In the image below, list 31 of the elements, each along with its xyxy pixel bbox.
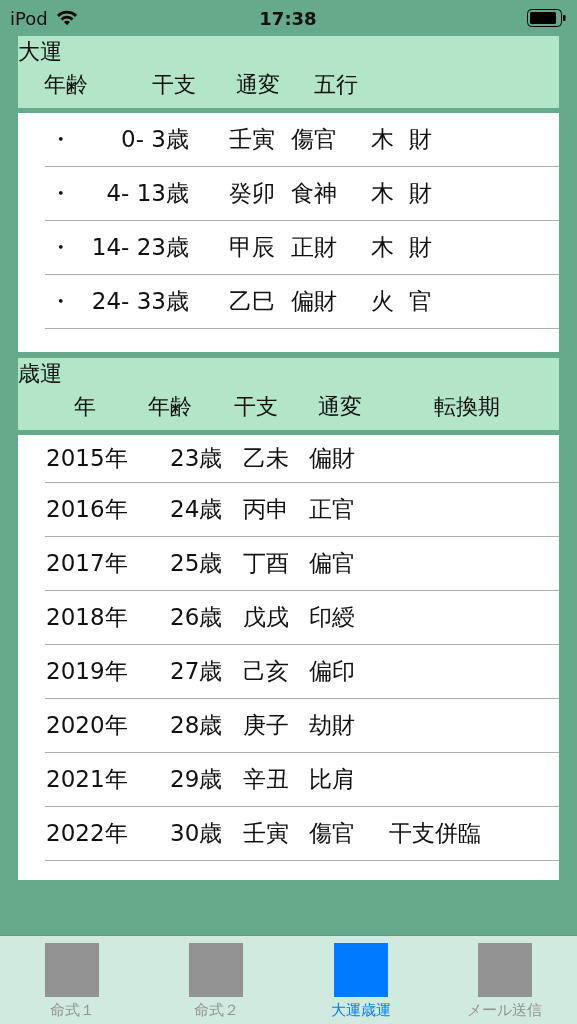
list-row[interactable]: 2017年 25歳 丁酉 偏官: [45, 537, 559, 591]
wifi-icon: [55, 10, 78, 26]
list-row[interactable]: 2021年 29歳 辛丑 比肩: [45, 753, 559, 807]
square-icon: [189, 943, 244, 997]
list-row[interactable]: ・ 4- 13歳 癸卯 食神 木 財: [45, 167, 559, 221]
list-row[interactable]: 2020年 28歳 庚子 劫財: [45, 699, 559, 753]
column-heading: 年: [74, 393, 97, 421]
column-heading: 通変: [318, 393, 363, 421]
list-row[interactable]: 2019年 27歳 己亥 偏印: [45, 645, 559, 699]
column-heading: 干支: [152, 71, 197, 99]
column-heading: 年齢: [148, 393, 193, 421]
square-icon: [333, 943, 388, 997]
square-icon: [45, 943, 100, 997]
column-heading: 干支: [234, 393, 279, 421]
list-row[interactable]: ・ 0- 3歳 壬寅 傷官 木 財: [45, 113, 559, 167]
column-heading: 年齢: [44, 71, 89, 99]
section-title: 歳運: [18, 360, 62, 388]
battery-icon: [527, 9, 567, 27]
list-row[interactable]: 2022年 30歳 壬寅 傷官 干支併臨: [45, 807, 559, 861]
list-row[interactable]: 2016年 24歳 丙申 正官: [45, 483, 559, 537]
square-icon: [477, 943, 532, 997]
list-row[interactable]: 2018年 26歳 戊戌 印綬: [45, 591, 559, 645]
status-time: 17:38: [258, 7, 318, 29]
column-heading: 五行: [314, 71, 358, 99]
section-title: 大運: [18, 38, 62, 66]
column-heading: 転換期: [434, 393, 500, 421]
list-row[interactable]: 2015年 23歳 乙未 偏財: [45, 435, 559, 483]
carrier-name: iPod: [10, 7, 48, 29]
list-row[interactable]: ・ 24- 33歳 乙巳 偏財 火 官: [45, 275, 559, 329]
list-row[interactable]: ・ 14- 23歳 甲辰 正財 木 財: [45, 221, 559, 275]
column-heading: 通変: [236, 71, 281, 99]
